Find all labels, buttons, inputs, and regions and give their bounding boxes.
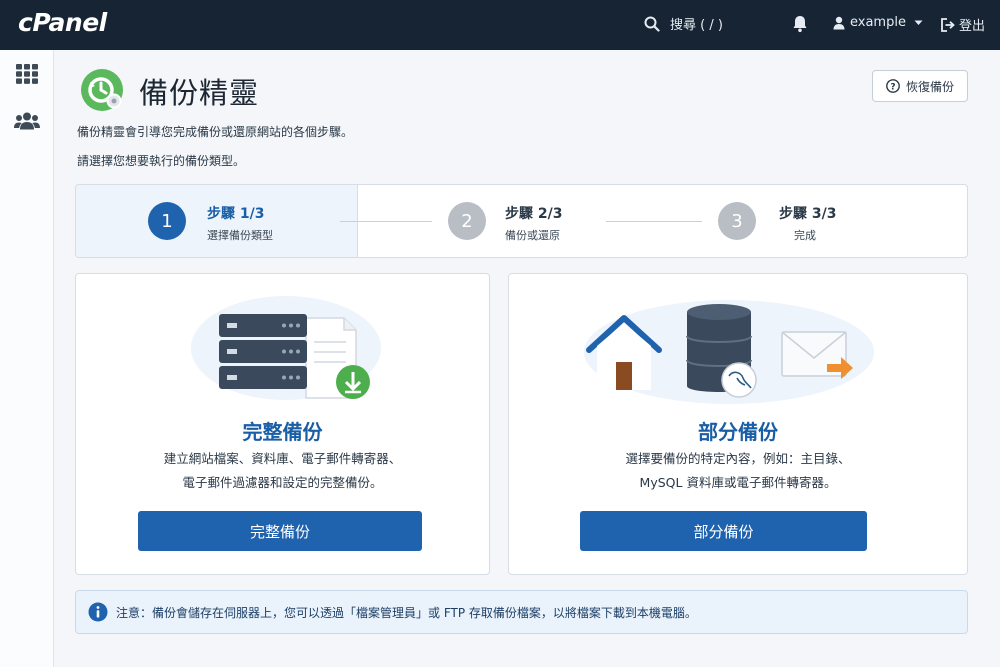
partial-backup-desc-line1: 選擇要備份的特定內容，例如：主目錄、 <box>625 451 851 466</box>
left-rail <box>0 50 54 667</box>
search-label: 搜尋 ( / ) <box>670 18 723 33</box>
partial-backup-button[interactable]: 部分備份 <box>580 511 867 551</box>
users-button[interactable] <box>13 107 41 135</box>
question-icon: ? <box>886 79 900 93</box>
partial-backup-title: 部分備份 <box>698 420 778 444</box>
full-backup-button[interactable]: 完整備份 <box>138 511 422 551</box>
server-download-icon <box>191 296 381 400</box>
restore-backup-button[interactable]: ? 恢復備份 <box>872 70 968 102</box>
info-icon <box>88 602 108 622</box>
step-1-number: 1 <box>148 202 186 240</box>
step-2-title: 步驟 2/3 <box>505 206 563 222</box>
full-backup-card: 完整備份 建立網站檔案、資料庫、電子郵件轉寄器、 電子郵件過濾器和設定的完整備份… <box>75 273 490 575</box>
step-3-number: 3 <box>718 202 756 240</box>
step-2-number: 2 <box>448 202 486 240</box>
full-backup-title: 完整備份 <box>242 420 323 444</box>
chevron-down-icon <box>914 20 923 25</box>
search-button[interactable]: 搜尋 ( / ) <box>644 14 723 33</box>
restore-backup-label: 恢復備份 <box>905 79 954 94</box>
user-menu[interactable]: example <box>833 15 923 30</box>
logout-icon <box>941 17 955 32</box>
step-1-subtitle: 選擇備份類型 <box>207 229 273 242</box>
intro-text: 備份精靈會引導您完成備份或還原網站的各個步驟。 <box>77 125 354 139</box>
step-3-title: 步驟 3/3 <box>779 206 837 222</box>
notice-banner: 注意：備份會儲存在伺服器上，您可以透過「檔案管理員」或 FTP 存取備份檔案，以… <box>75 590 968 634</box>
notifications-button[interactable] <box>792 15 808 37</box>
svg-text:?: ? <box>890 82 895 92</box>
partial-backup-card: 部分備份 選擇要備份的特定內容，例如：主目錄、 MySQL 資料庫或電子郵件轉寄… <box>508 273 968 575</box>
home-database-email-icon <box>584 300 874 404</box>
step-connector <box>606 221 702 222</box>
instruction-text: 請選擇您想要執行的備份類型。 <box>77 154 246 168</box>
notice-text: 注意：備份會儲存在伺服器上，您可以透過「檔案管理員」或 FTP 存取備份檔案，以… <box>116 605 697 620</box>
search-icon <box>644 16 660 32</box>
users-icon <box>14 112 40 130</box>
step-3-subtitle: 完成 <box>794 229 816 242</box>
cpanel-logo[interactable]: cPanel <box>18 8 107 37</box>
backup-wizard-icon <box>81 69 123 111</box>
page-title: 備份精靈 <box>139 76 260 110</box>
top-bar: cPanel 搜尋 ( / ) example 登出 <box>0 0 1000 50</box>
logout-button[interactable]: 登出 <box>940 15 985 34</box>
progress-stepper: 1 步驟 1/3 選擇備份類型 2 步驟 2/3 備份或還原 3 步驟 3/3 … <box>75 184 968 258</box>
full-backup-desc-line1: 建立網站檔案、資料庫、電子郵件轉寄器、 <box>163 451 402 466</box>
step-1-title: 步驟 1/3 <box>207 206 265 222</box>
bell-icon <box>793 16 807 33</box>
grid-icon <box>16 64 38 84</box>
user-name: example <box>850 15 906 30</box>
full-backup-desc-line2: 電子郵件過濾器和設定的完整備份。 <box>182 475 383 490</box>
user-icon <box>833 16 845 29</box>
step-2-subtitle: 備份或還原 <box>505 229 560 242</box>
step-connector <box>340 221 432 222</box>
logout-label: 登出 <box>959 19 986 34</box>
partial-backup-desc-line2: MySQL 資料庫或電子郵件轉寄器。 <box>639 475 837 490</box>
tools-button[interactable] <box>13 60 41 88</box>
